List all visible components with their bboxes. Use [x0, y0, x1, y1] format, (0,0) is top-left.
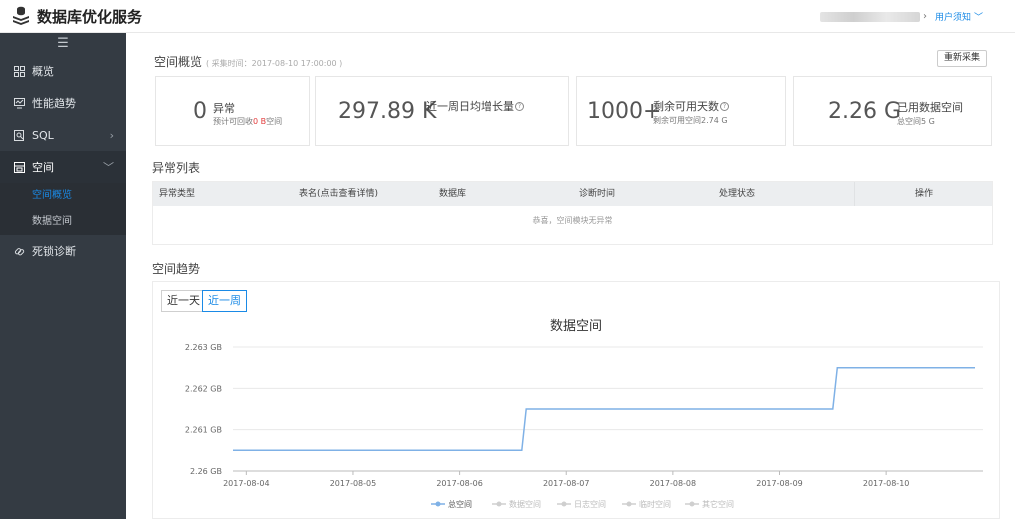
grid-icon [14, 65, 25, 77]
anomaly-count: 0 [193, 99, 207, 124]
total-space-note: 总空间5 G [897, 117, 935, 126]
remaining-days-label: 剩余可用天数? [653, 98, 729, 114]
anomaly-table: 异常类型 表名(点击查看详情) 数据库 诊断时间 处理状态 操作 恭喜，空间模块… [152, 181, 993, 245]
trend-panel: 近一天 近一周 数据空间 2.26 GB 2.261 GB 2.262 GB 2.263… [152, 281, 1000, 519]
sidebar-item-label: 空间 [32, 161, 54, 174]
reclaimable-value: 0 B [253, 117, 267, 126]
help-icon[interactable]: ? [720, 102, 729, 111]
legend-marker-dot [626, 501, 632, 507]
database-stack-icon [13, 6, 29, 25]
y-tick-label: 2.261 GB [185, 426, 222, 435]
remaining-space-note: 剩余可用空间2.74 G [653, 116, 728, 125]
legend-marker-dot [561, 501, 567, 507]
legend-marker-dot [496, 501, 502, 507]
collect-time: ( 采集时间：2017-08-10 17:00:00 ) [206, 59, 343, 68]
user-area: › 用户须知 ﹀ [819, 10, 983, 23]
legend-item[interactable]: 临时空间 [639, 499, 671, 509]
legend-item[interactable]: 其它空间 [702, 499, 734, 509]
recollect-button[interactable]: 重新采集 [936, 50, 987, 67]
sidebar-item-space[interactable]: 空间 ﹀ [0, 151, 126, 183]
col-operation: 操作 [915, 189, 934, 199]
sidebar-item-performance[interactable]: 性能趋势 [0, 87, 126, 119]
sidebar-item-label: SQL [32, 128, 54, 142]
sidebar-item-overview[interactable]: 概览 [0, 55, 126, 87]
legend-item[interactable]: 数据空间 [509, 499, 541, 509]
sql-search-icon [14, 129, 25, 141]
monitor-icon [14, 97, 25, 109]
col-database: 数据库 [439, 189, 467, 199]
chart-title: 数据空间 [550, 319, 602, 334]
trend-heading: 空间趋势 [152, 262, 201, 276]
growth-value: 297.89 K [338, 99, 437, 124]
table-header: 异常类型 表名(点击查看详情) 数据库 诊断时间 处理状态 操作 [153, 182, 992, 206]
used-space-card: 2.26 G 已用数据空间 总空间5 G [793, 76, 992, 146]
x-tick-label: 2017-08-06 [436, 479, 483, 488]
x-tick-label: 2017-08-07 [543, 479, 590, 488]
chevron-down-icon: ﹀ [103, 161, 114, 174]
user-account-name[interactable] [819, 11, 920, 22]
remaining-days-value: 1000+ [587, 99, 662, 124]
storage-icon [14, 161, 25, 173]
col-table-name: 表名(点击查看详情) [299, 189, 379, 199]
x-tick-label: 2017-08-10 [863, 479, 910, 488]
chevron-down-icon[interactable]: ﹀ [974, 10, 983, 23]
anomaly-list-heading: 异常列表 [152, 161, 201, 175]
y-tick-label: 2.26 GB [190, 467, 222, 476]
sidebar-submenu-space: 空间概览 数据空间 [0, 183, 126, 235]
space-trend-chart: 数据空间 2.26 GB 2.261 GB 2.262 GB 2.263 GB 2017-… [185, 319, 983, 509]
col-status: 处理状态 [719, 189, 756, 199]
sidebar-item-deadlock[interactable]: 死锁诊断 [0, 235, 126, 267]
x-tick-label: 2017-08-04 [223, 479, 270, 488]
sidebar-item-sql[interactable]: SQL › [0, 119, 126, 151]
y-tick-label: 2.263 GB [185, 343, 222, 352]
sidebar-item-label: 性能趋势 [32, 97, 76, 110]
growth-card: 297.89 K 近一周日均增长量? [315, 76, 569, 146]
remaining-days-card: 1000+ 剩余可用天数? 剩余可用空间2.74 G [576, 76, 786, 146]
series-line-total-space [233, 366, 975, 452]
sidebar-item-label: 死锁诊断 [32, 245, 76, 258]
main-content: 空间概览( 采集时间：2017-08-10 17:00:00 ) 重新采集 0 … [126, 34, 1015, 519]
y-tick-label: 2.262 GB [185, 384, 222, 393]
x-tick-label: 2017-08-08 [650, 479, 697, 488]
reclaimable-note: 预计可回收0 B空间 [213, 117, 283, 126]
x-tick-label: 2017-08-05 [330, 479, 377, 488]
column-divider [854, 182, 855, 206]
sidebar-item-label: 概览 [32, 65, 54, 78]
help-icon[interactable]: ? [515, 102, 524, 111]
used-space-label: 已用数据空间 [897, 101, 963, 114]
col-anomaly-type: 异常类型 [159, 189, 196, 199]
sidebar-subitem-space-overview[interactable]: 空间概览 [0, 183, 126, 209]
sidebar: ☰ 概览 性能趋势 SQL › 空间 ﹀ 空间概览 数据空间 死锁诊断 [0, 33, 126, 519]
overview-heading: 空间概览( 采集时间：2017-08-10 17:00:00 ) [154, 53, 342, 70]
growth-label: 近一周日均增长量? [426, 98, 524, 114]
used-space-value: 2.26 G [828, 99, 902, 124]
chevron-right-icon: › [922, 11, 927, 22]
app-title: 数据库优化服务 [37, 7, 143, 26]
top-header: 数据库优化服务 › 用户须知 ﹀ [0, 0, 1015, 33]
legend-item[interactable]: 日志空间 [574, 499, 606, 509]
app-logo[interactable]: 数据库优化服务 [10, 5, 142, 27]
legend-marker-dot [435, 501, 441, 507]
empty-message: 恭喜，空间模块无异常 [532, 216, 613, 225]
legend-marker-dot [689, 501, 695, 507]
link-icon [14, 246, 25, 257]
x-tick-label: 2017-08-09 [756, 479, 803, 488]
anomaly-card: 0 异常 预计可回收0 B空间 [155, 76, 310, 146]
sidebar-subitem-data-space[interactable]: 数据空间 [0, 209, 126, 235]
chevron-right-icon: › [109, 128, 114, 142]
col-diagnosis-time: 诊断时间 [579, 189, 616, 199]
anomaly-label: 异常 [213, 102, 235, 115]
legend-item[interactable]: 总空间 [448, 499, 472, 509]
page-title: 空间概览 [154, 55, 203, 69]
user-notice-link[interactable]: 用户须知 [935, 10, 971, 23]
menu-collapse-icon[interactable]: ☰ [0, 33, 126, 55]
